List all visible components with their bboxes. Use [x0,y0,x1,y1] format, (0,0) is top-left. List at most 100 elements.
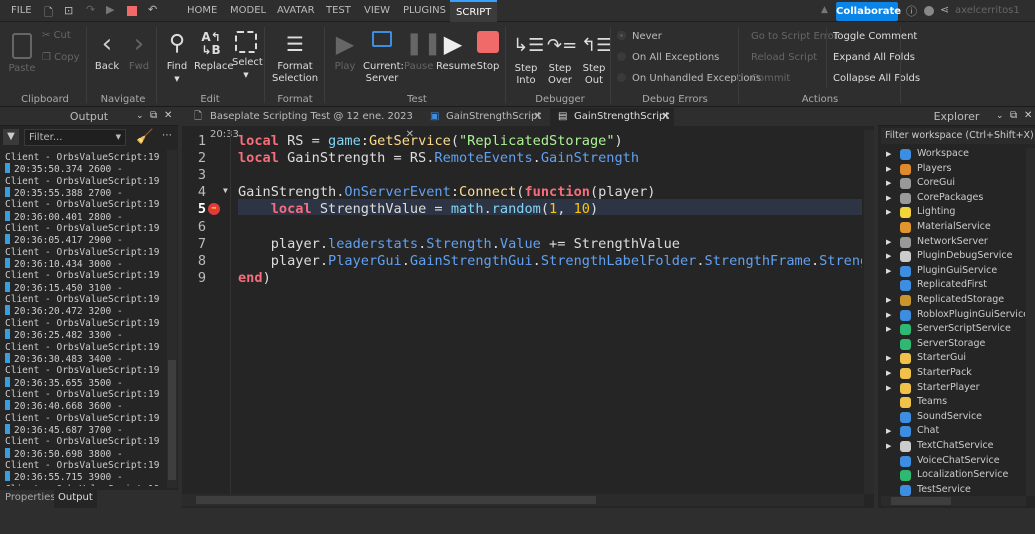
format-selection-button[interactable]: ☰ Format Selection [272,31,318,85]
clear-output-icon[interactable]: 🧹 [136,129,153,145]
explorer-item-startergui[interactable]: ▶ StarterGui [878,352,1025,366]
find-button[interactable]: ⚲ Find ▼ [164,31,190,85]
expand-arrow-icon[interactable]: ▶ [886,165,891,173]
expand-all-folds-button[interactable]: Expand All Folds [833,52,915,63]
explorer-scrollbar[interactable] [1026,148,1035,496]
explorer-item-voicechatservice[interactable]: VoiceChatService [878,455,1025,469]
expand-arrow-icon[interactable]: ▶ [886,252,891,260]
forward-button[interactable]: › Fwd [126,31,152,73]
undock-icon[interactable]: ⧉ [150,110,157,121]
more-options-icon[interactable]: ⋯ [162,130,172,141]
menu-file[interactable]: FILE [11,5,32,16]
expand-arrow-icon[interactable]: ▶ [886,194,891,202]
explorer-item-pluginguiservice[interactable]: ▶ PluginGuiService [878,265,1025,279]
menu-view[interactable]: VIEW [364,5,390,16]
explorer-item-workspace[interactable]: ▶ Workspace [878,148,1025,162]
explorer-item-soundservice[interactable]: SoundService [878,411,1025,425]
explorer-item-robloxpluginguiservice[interactable]: ▶ RobloxPluginGuiService [878,309,1025,323]
explorer-item-serverstorage[interactable]: ServerStorage [878,338,1025,352]
expand-arrow-icon[interactable]: ▶ [886,354,891,362]
radio-unhandled-exceptions[interactable]: On Unhandled Exceptions [617,73,761,84]
current-server-button[interactable]: Current: Server [363,31,404,85]
editor-horizontal-scrollbar[interactable] [182,494,864,506]
menu-script[interactable]: SCRIPT [450,0,498,22]
menu-model[interactable]: MODEL [230,5,266,16]
explorer-horizontal-scrollbar[interactable] [881,496,1026,506]
undock-icon[interactable]: ⧉ [1010,110,1017,121]
replace-button[interactable]: A↰ ↳B Replace [194,31,234,73]
explorer-item-plugindebugservice[interactable]: ▶ PluginDebugService [878,250,1025,264]
radio-all-exceptions[interactable]: On All Exceptions [617,52,719,63]
explorer-item-serverscriptservice[interactable]: ▶ ServerScriptService [878,323,1025,337]
stop-icon[interactable] [127,6,137,16]
commit-button[interactable]: Commit [751,73,790,84]
explorer-item-teams[interactable]: Teams [878,396,1025,410]
share-icon[interactable]: ⋖ [940,3,949,16]
explorer-item-lighting[interactable]: ▶ Lighting [878,206,1025,220]
redo-icon[interactable]: ↷ [86,3,95,16]
explorer-item-starterpack[interactable]: ▶ StarterPack [878,367,1025,381]
undo-icon[interactable]: ↶ [148,3,157,16]
expand-arrow-icon[interactable]: ▶ [886,267,891,275]
tab-properties[interactable]: Properties [5,492,56,503]
expand-arrow-icon[interactable]: ▶ [886,238,891,246]
expand-arrow-icon[interactable]: ▶ [886,208,891,216]
chevron-down-icon[interactable]: ⌄ [996,111,1004,121]
toggle-comment-button[interactable]: Toggle Comment [833,31,917,42]
explorer-item-players[interactable]: ▶ Players [878,163,1025,177]
play-icon[interactable]: ▶ [106,3,114,16]
step-into-button[interactable]: ↳☰ Step Into [513,33,544,87]
scroll-thumb[interactable] [196,496,596,504]
explorer-item-localizationservice[interactable]: LocalizationService [878,469,1025,483]
explorer-filter-input[interactable]: Filter workspace (Ctrl+Shift+X) [881,128,1035,144]
fold-arrow-icon[interactable]: ▼ [223,186,228,195]
expand-arrow-icon[interactable]: ▶ [886,311,891,319]
paste-button[interactable]: Paste [8,33,36,75]
new-file-icon[interactable]: 🗋 [44,4,53,23]
explorer-item-testservice[interactable]: TestService [878,484,1025,496]
expand-arrow-icon[interactable]: ▶ [886,150,891,158]
username[interactable]: axelcerritos1 [955,5,1020,16]
reload-script-button[interactable]: Reload Script [751,52,817,63]
explorer-item-materialservice[interactable]: MaterialService [878,221,1025,235]
collaborate-button[interactable]: Collaborate [836,2,901,21]
step-over-button[interactable]: ↷= Step Over [547,33,577,87]
menu-avatar[interactable]: AVATAR [277,5,315,16]
tab-output[interactable]: Output [54,490,97,508]
output-scrollbar[interactable] [167,150,177,488]
expand-arrow-icon[interactable]: ▶ [886,427,891,435]
expand-arrow-icon[interactable]: ▶ [886,369,891,377]
tab-gainstrength-active[interactable]: ▤ GainStrengthScript ✕ [550,108,674,126]
scroll-thumb[interactable] [891,497,951,505]
collapse-ribbon-icon[interactable]: ▲ [821,5,828,15]
breakpoint-icon[interactable]: ➡ [208,203,220,216]
scroll-thumb[interactable] [168,360,176,480]
play-button[interactable]: ▶ Play [332,31,358,73]
explorer-item-textchatservice[interactable]: ▶ TextChatService [878,440,1025,454]
select-button[interactable]: Select ▼ [232,31,263,81]
help-icon[interactable]: ⓘ [906,3,917,19]
resume-button[interactable]: ▶ Resume [436,31,476,73]
close-icon[interactable]: ✕ [662,108,670,126]
explorer-item-replicatedstorage[interactable]: ▶ ReplicatedStorage [878,294,1025,308]
stop-button[interactable]: Stop [475,31,501,73]
menu-test[interactable]: TEST [326,5,351,16]
expand-arrow-icon[interactable]: ▶ [886,384,891,392]
step-out-button[interactable]: ↰☰ Step Out [581,33,612,87]
menu-home[interactable]: HOME [187,5,217,16]
back-button[interactable]: ‹ Back [94,31,120,73]
tab-baseplate[interactable]: 🗋 Baseplate Scripting Test @ 12 ene. 2023… [186,108,418,140]
explorer-item-replicatedfirst[interactable]: ReplicatedFirst [878,279,1025,293]
expand-arrow-icon[interactable]: ▶ [886,442,891,450]
copy-button[interactable]: ❐ Copy [42,52,80,64]
code-area[interactable]: 1 local RS = game:GetService("ReplicatedS… [182,130,862,494]
collapse-all-folds-button[interactable]: Collapse All Folds [833,73,920,84]
expand-arrow-icon[interactable]: ▶ [886,179,891,187]
menu-plugins[interactable]: PLUGINS [403,5,446,16]
status-icon[interactable] [924,6,934,16]
explorer-item-chat[interactable]: ▶ Chat [878,425,1025,439]
tab-gainstrength-server[interactable]: ▣ GainStrengthScript ✕ [422,108,546,126]
expand-arrow-icon[interactable]: ▶ [886,325,891,333]
explorer-item-starterplayer[interactable]: ▶ StarterPlayer [878,382,1025,396]
explorer-item-networkserver[interactable]: ▶ NetworkServer [878,236,1025,250]
